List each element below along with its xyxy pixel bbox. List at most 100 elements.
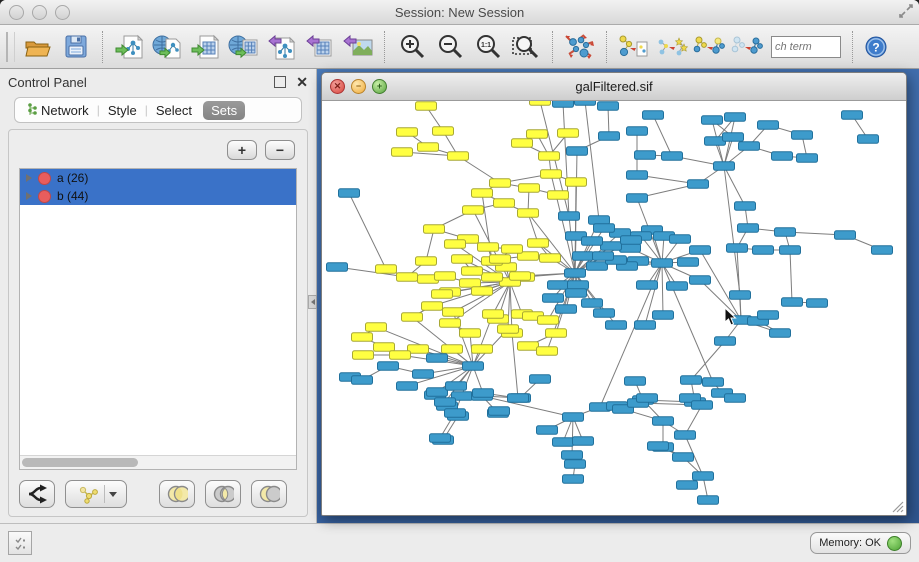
graph-node-blue[interactable]: [593, 252, 614, 260]
graph-node-yellow[interactable]: [527, 130, 548, 139]
graph-node-blue[interactable]: [835, 231, 856, 240]
graph-node-blue[interactable]: [620, 244, 641, 253]
graph-node-blue[interactable]: [678, 258, 699, 267]
graph-node-yellow[interactable]: [472, 287, 493, 296]
graph-node-blue[interactable]: [563, 475, 584, 484]
graph-node-yellow[interactable]: [443, 308, 464, 317]
apply-layout-button[interactable]: [561, 29, 599, 65]
graph-node-blue[interactable]: [563, 413, 584, 422]
graph-node-blue[interactable]: [662, 152, 683, 161]
graph-node-blue[interactable]: [670, 235, 691, 244]
graph-node-blue[interactable]: [489, 407, 510, 416]
graph-node-blue[interactable]: [797, 154, 818, 163]
zoom-in-button[interactable]: [393, 29, 431, 65]
graph-node-blue[interactable]: [637, 281, 658, 290]
network-window[interactable]: ✕ − + galFiltered.sif: [321, 72, 907, 516]
graph-node-yellow[interactable]: [424, 225, 445, 234]
graph-node-blue[interactable]: [730, 291, 751, 300]
graph-node-blue[interactable]: [681, 376, 702, 385]
graph-node-blue[interactable]: [727, 244, 748, 253]
graph-node-blue[interactable]: [673, 453, 694, 462]
zoom-out-button[interactable]: [431, 29, 469, 65]
graph-node-blue[interactable]: [378, 362, 399, 371]
graph-node-blue[interactable]: [430, 434, 451, 443]
graph-node-blue[interactable]: [725, 394, 746, 403]
scrollbar-thumb[interactable]: [22, 458, 138, 467]
import-table-url-button[interactable]: [225, 29, 263, 65]
network-diff-button[interactable]: [691, 29, 729, 65]
fullscreen-icon[interactable]: [899, 4, 913, 18]
graph-node-yellow[interactable]: [482, 273, 503, 282]
graph-node-blue[interactable]: [807, 299, 828, 308]
graph-node-blue[interactable]: [575, 101, 596, 105]
tab-select[interactable]: Select: [148, 101, 200, 120]
graph-node-yellow[interactable]: [416, 102, 437, 111]
graph-node-blue[interactable]: [413, 370, 434, 379]
graph-node-yellow[interactable]: [539, 152, 560, 161]
graph-node-yellow[interactable]: [397, 273, 418, 282]
graph-node-yellow[interactable]: [537, 347, 558, 356]
graph-node-blue[interactable]: [352, 376, 373, 385]
graph-node-blue[interactable]: [606, 321, 627, 330]
graph-node-yellow[interactable]: [512, 139, 533, 148]
graph-node-yellow[interactable]: [472, 189, 493, 198]
graph-node-blue[interactable]: [627, 171, 648, 180]
graph-node-yellow[interactable]: [442, 345, 463, 354]
graph-node-yellow[interactable]: [530, 101, 551, 105]
set-list-item[interactable]: a (26): [20, 169, 296, 187]
sets-list-hscrollbar[interactable]: [20, 455, 296, 469]
zoom-fit-selected-button[interactable]: [507, 29, 545, 65]
graph-node-blue[interactable]: [753, 246, 774, 255]
graph-node-yellow[interactable]: [558, 129, 579, 138]
graph-node-blue[interactable]: [463, 362, 484, 371]
graph-node-blue[interactable]: [702, 116, 723, 125]
graph-node-blue[interactable]: [725, 113, 746, 122]
graph-node-yellow[interactable]: [448, 152, 469, 161]
graph-node-blue[interactable]: [667, 282, 688, 291]
graph-node-blue[interactable]: [692, 401, 713, 410]
graph-node-yellow[interactable]: [463, 206, 484, 215]
graph-node-blue[interactable]: [566, 289, 587, 298]
graph-node-blue[interactable]: [775, 228, 796, 237]
graph-node-yellow[interactable]: [374, 343, 395, 352]
toolbar-drag-handle[interactable]: [6, 32, 15, 62]
add-set-button[interactable]: +: [227, 140, 257, 160]
graph-node-blue[interactable]: [735, 202, 756, 211]
graph-node-yellow[interactable]: [546, 329, 567, 338]
graph-node-blue[interactable]: [553, 101, 574, 107]
graph-node-blue[interactable]: [690, 276, 711, 285]
graph-node-yellow[interactable]: [490, 255, 511, 263]
graph-node-yellow[interactable]: [452, 255, 473, 263]
save-session-button[interactable]: [57, 29, 95, 65]
graph-node-blue[interactable]: [548, 281, 569, 290]
graph-node-yellow[interactable]: [460, 329, 481, 338]
graph-node-blue[interactable]: [601, 242, 622, 251]
graph-node-yellow[interactable]: [518, 342, 539, 351]
export-network-button[interactable]: [263, 29, 301, 65]
float-panel-icon[interactable]: [274, 76, 286, 88]
graph-node-blue[interactable]: [543, 294, 564, 303]
graph-node-blue[interactable]: [446, 382, 467, 391]
graph-node-blue[interactable]: [643, 111, 664, 120]
graph-node-blue[interactable]: [780, 246, 801, 255]
graph-node-blue[interactable]: [675, 431, 696, 440]
graph-node-yellow[interactable]: [435, 272, 456, 281]
graph-node-yellow[interactable]: [392, 148, 413, 157]
graph-node-yellow[interactable]: [519, 184, 540, 193]
graph-node-yellow[interactable]: [376, 265, 397, 274]
set-intersection-button[interactable]: [205, 480, 241, 508]
open-file-button[interactable]: [19, 29, 57, 65]
graph-node-yellow[interactable]: [397, 128, 418, 137]
graph-node-blue[interactable]: [327, 263, 348, 272]
zoom-actual-size-button[interactable]: 1:1: [469, 29, 507, 65]
graph-node-yellow[interactable]: [538, 316, 559, 325]
task-history-button[interactable]: [8, 531, 32, 555]
graph-node-yellow[interactable]: [402, 313, 423, 322]
network-intersect-button[interactable]: [729, 29, 767, 65]
graph-node-blue[interactable]: [770, 329, 791, 338]
network-merge-button[interactable]: [653, 29, 691, 65]
graph-node-yellow[interactable]: [418, 143, 439, 152]
graph-node-blue[interactable]: [573, 252, 594, 260]
graph-node-blue[interactable]: [599, 132, 620, 141]
graph-node-blue[interactable]: [635, 321, 656, 330]
